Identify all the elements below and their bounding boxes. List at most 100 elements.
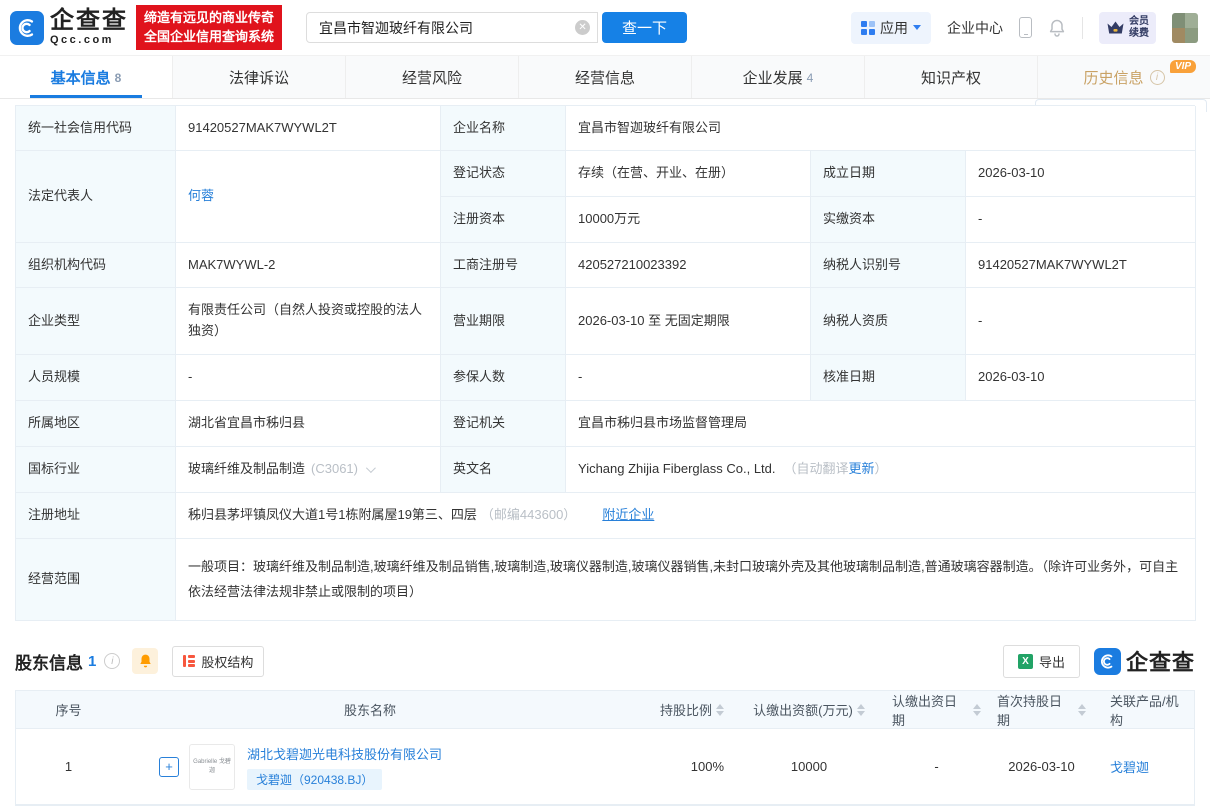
region-label: 所属地区 xyxy=(16,401,176,447)
english-name-label: 英文名 xyxy=(441,447,566,493)
sort-icon[interactable] xyxy=(1078,703,1086,716)
address-value: 秭归县茅坪镇凤仪大道1号1栋附属屋19第三、四层 （邮编443600） 附近企业 xyxy=(176,493,1196,539)
insured-value: - xyxy=(566,355,811,401)
mobile-app-icon[interactable] xyxy=(1019,17,1032,38)
biz-term-label: 营业期限 xyxy=(441,288,566,355)
taxpayer-id-value: 91420527MAK7WYWL2T xyxy=(966,243,1196,288)
org-code-label: 组织机构代码 xyxy=(16,243,176,288)
shareholders-header-right: 导出 企查查 xyxy=(1002,644,1195,678)
tab-company-development[interactable]: 企业发展 4 xyxy=(691,56,864,98)
apps-grid-icon xyxy=(861,20,875,35)
company-name-label: 企业名称 xyxy=(441,106,566,151)
company-name-value: 宜昌市智迦玻纤有限公司 xyxy=(566,106,1196,151)
taxpayer-qual-label: 纳税人资质 xyxy=(811,288,966,355)
tab-operation-risk[interactable]: 经营风险 xyxy=(345,56,518,98)
insured-label: 参保人数 xyxy=(441,355,566,401)
member-renew-label: 会员 续费 xyxy=(1129,15,1149,39)
col-first-date[interactable]: 首次持股日期 xyxy=(989,691,1094,728)
info-icon[interactable] xyxy=(1149,69,1165,85)
shareholder-logo: Gabrielle 戈碧迦 xyxy=(189,743,235,790)
sort-icon[interactable] xyxy=(716,703,724,716)
tab-basic-info[interactable]: 基本信息 8 xyxy=(0,56,172,98)
qcc-watermark-icon xyxy=(1093,647,1121,675)
col-name: 股东名称 xyxy=(343,703,396,718)
taxpayer-qual-value: - xyxy=(966,288,1196,355)
apps-label: 应用 xyxy=(880,19,908,36)
industry-label: 国标行业 xyxy=(16,447,176,493)
nearby-companies-link[interactable]: 附近企业 xyxy=(602,505,654,526)
search-input[interactable] xyxy=(306,12,599,43)
company-type-value: 有限责任公司（自然人投资或控股的法人独资） xyxy=(176,288,441,355)
reg-status-value: 存续（在营、开业、在册） xyxy=(566,151,811,197)
crown-icon xyxy=(1107,21,1124,34)
industry-value: 玻璃纤维及制品制造 (C3061) xyxy=(176,447,441,493)
search-button[interactable]: 查一下 xyxy=(602,12,688,43)
qcc-logo-glyph xyxy=(18,18,34,37)
equity-structure-button[interactable]: 股权结构 xyxy=(172,645,265,677)
tab-bar: 基本信息 8 法律诉讼 经营风险 经营信息 企业发展 4 知识产权 VIP 历史信息 xyxy=(0,55,1210,99)
col-amount[interactable]: 认缴出资额(万元) xyxy=(734,691,884,728)
paid-capital-label: 实缴资本 xyxy=(811,197,966,243)
industry-expand-chevron-icon[interactable] xyxy=(365,463,376,474)
establish-date-label: 成立日期 xyxy=(811,151,966,197)
tab-operation-info[interactable]: 经营信息 xyxy=(518,56,691,98)
shareholders-count: 1 xyxy=(88,652,97,670)
row-first-date: 2026-03-10 xyxy=(1008,759,1075,774)
sort-icon[interactable] xyxy=(973,703,981,716)
slogan-line1: 缔造有远见的商业传奇 xyxy=(144,9,275,25)
tab-intellectual-property[interactable]: 知识产权 xyxy=(864,56,1037,98)
tab-history-info[interactable]: VIP 历史信息 xyxy=(1037,56,1210,98)
tab-legal-litigation[interactable]: 法律诉讼 xyxy=(172,56,345,98)
legal-rep-link[interactable]: 何蓉 xyxy=(188,186,214,207)
region-value: 湖北省宜昌市秭归县 xyxy=(176,401,441,447)
sort-icon[interactable] xyxy=(856,703,865,716)
chevron-down-icon xyxy=(913,25,921,30)
vip-badge: VIP xyxy=(1169,60,1197,73)
export-button[interactable]: 导出 xyxy=(1002,644,1080,678)
reg-authority-label: 登记机关 xyxy=(441,401,566,447)
row-amount: 10000 xyxy=(790,759,828,774)
apps-menu[interactable]: 应用 xyxy=(851,11,931,44)
member-renew-button[interactable]: 会员 续费 xyxy=(1099,11,1156,44)
brand[interactable]: 企查查 Qcc.com xyxy=(50,9,128,46)
biz-scope-label: 经营范围 xyxy=(16,539,176,621)
shareholders-title: 股东信息 xyxy=(15,653,83,673)
user-avatar[interactable] xyxy=(1172,12,1198,43)
staff-size-value: - xyxy=(176,355,441,401)
credit-code-label: 统一社会信用代码 xyxy=(16,106,176,151)
biz-reg-no-value: 420527210023392 xyxy=(566,243,811,288)
expand-row-button[interactable] xyxy=(159,756,179,777)
stock-ticker-tag[interactable]: 戈碧迦（920438.BJ） xyxy=(247,768,383,790)
english-name-value: Yichang Zhijia Fiberglass Co., Ltd. （自动翻… xyxy=(566,447,1196,493)
reg-status-label: 登记状态 xyxy=(441,151,566,197)
enterprise-center-link[interactable]: 企业中心 xyxy=(947,18,1003,38)
col-date[interactable]: 认缴出资日期 xyxy=(884,691,989,728)
translate-update-link[interactable]: 更新 xyxy=(849,459,875,480)
qcc-logo-icon[interactable] xyxy=(10,10,44,45)
clear-search-icon[interactable] xyxy=(575,20,591,35)
row-related: 戈碧迦 xyxy=(1094,729,1194,804)
slogan-line2: 全国企业信用查询系统 xyxy=(144,28,275,44)
biz-reg-no-label: 工商注册号 xyxy=(441,243,566,288)
company-type-label: 企业类型 xyxy=(16,288,176,355)
col-ratio[interactable]: 持股比例 xyxy=(619,691,734,728)
shareholders-table-header: 序号 股东名称 持股比例 认缴出资额(万元) 认缴出资日期 首次持股日期 关联产… xyxy=(16,691,1194,729)
brand-domain: Qcc.com xyxy=(50,34,114,46)
col-no: 序号 xyxy=(55,703,82,718)
divider xyxy=(1082,16,1083,39)
staff-size-label: 人员规模 xyxy=(16,355,176,401)
address-label: 注册地址 xyxy=(16,493,176,539)
notifications-bell-icon[interactable] xyxy=(1048,18,1066,38)
col-related: 关联产品/机构 xyxy=(1110,693,1179,728)
establish-date-value: 2026-03-10 xyxy=(966,151,1196,197)
legal-rep-label: 法定代表人 xyxy=(16,151,176,243)
related-product-link[interactable]: 戈碧迦 xyxy=(1110,757,1149,776)
shareholders-info-icon[interactable] xyxy=(104,653,121,669)
reg-authority-value: 宜昌市秭归县市场监督管理局 xyxy=(566,401,1196,447)
taxpayer-id-label: 纳税人识别号 xyxy=(811,243,966,288)
shareholder-name-link[interactable]: 湖北戈碧迦光电科技股份有限公司 xyxy=(247,744,442,763)
org-code-value: MAK7WYWL-2 xyxy=(176,243,441,288)
search-box xyxy=(306,12,599,43)
qcc-watermark: 企查查 xyxy=(1093,645,1195,677)
monitor-bell-icon[interactable] xyxy=(132,648,159,674)
